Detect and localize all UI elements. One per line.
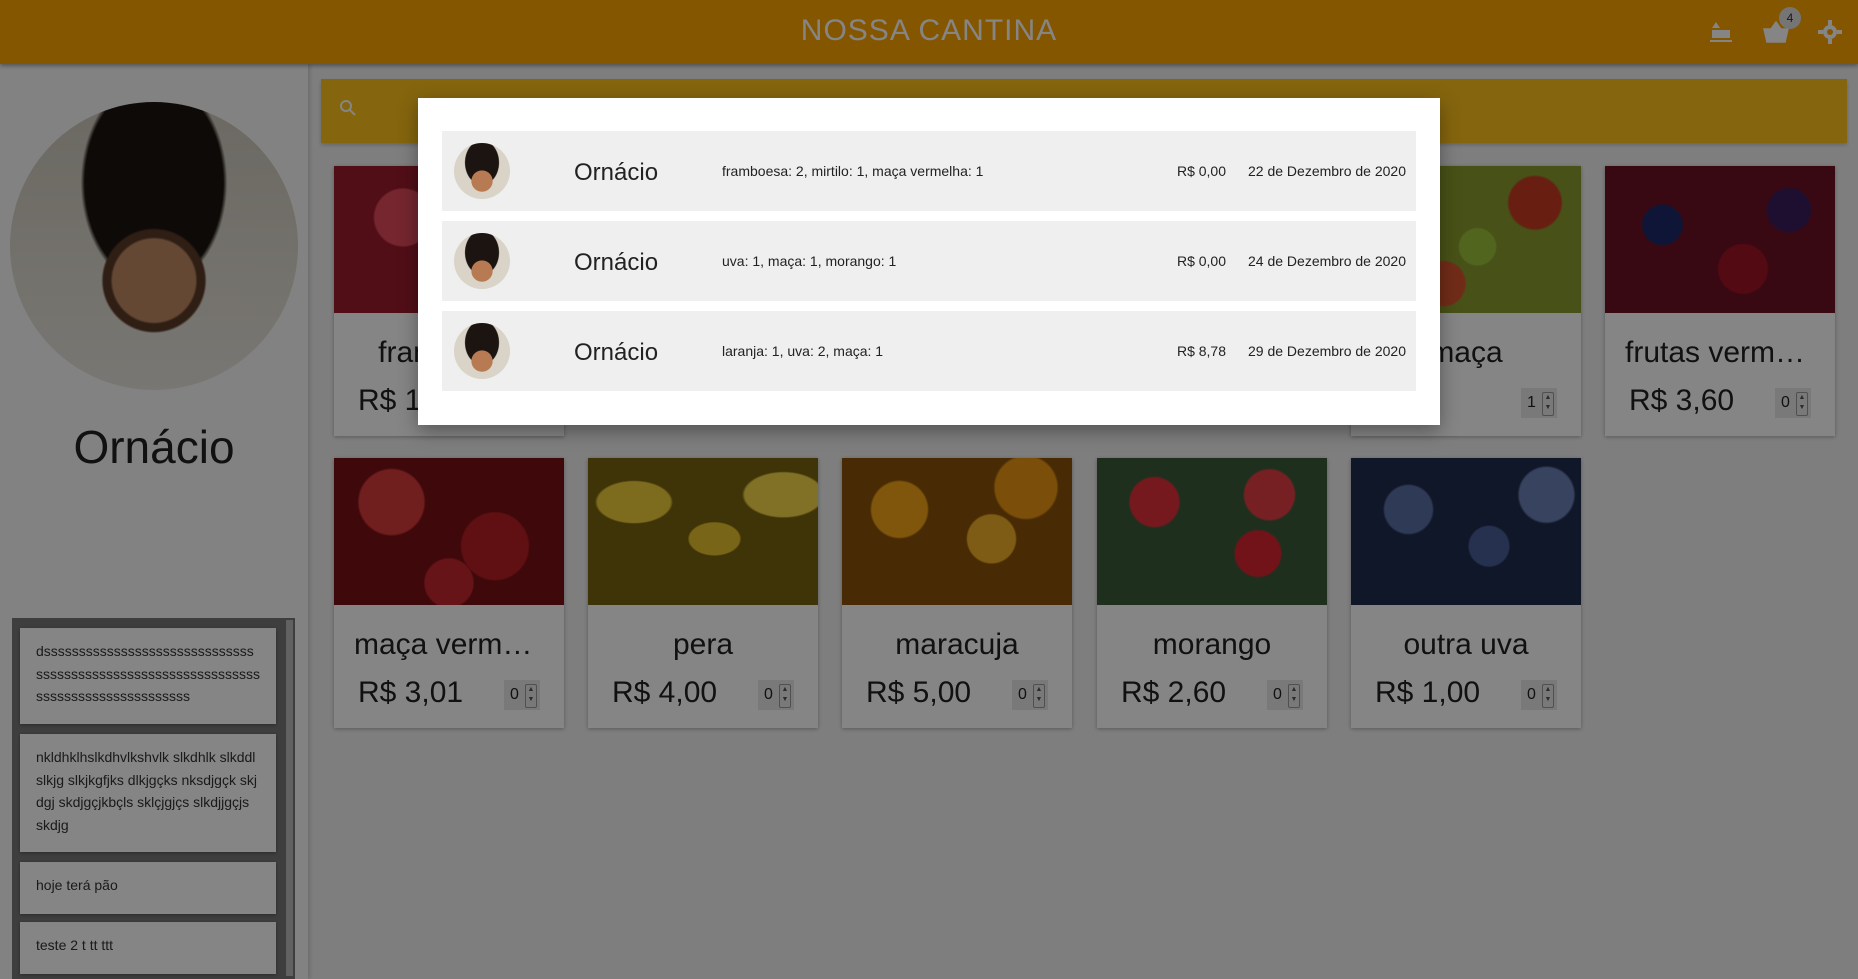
- order-row[interactable]: Ornácio uva: 1, maça: 1, morango: 1 R$ 0…: [442, 221, 1416, 301]
- order-row[interactable]: Ornácio laranja: 1, uva: 2, maça: 1 R$ 8…: [442, 311, 1416, 391]
- order-items: uva: 1, maça: 1, morango: 1: [722, 253, 897, 269]
- order-items: framboesa: 2, mirtilo: 1, maça vermelha:…: [722, 163, 984, 179]
- order-row[interactable]: Ornácio framboesa: 2, mirtilo: 1, maça v…: [442, 131, 1416, 211]
- order-customer-name: Ornácio: [574, 339, 659, 366]
- order-total: R$ 0,00: [1176, 163, 1226, 179]
- order-total: R$ 0,00: [1176, 253, 1226, 269]
- order-date: 24 de Dezembro de 2020: [1248, 253, 1406, 269]
- order-total: R$ 8,78: [1176, 343, 1226, 359]
- order-items: laranja: 1, uva: 2, maça: 1: [722, 343, 884, 359]
- order-date: 22 de Dezembro de 2020: [1248, 163, 1406, 179]
- order-avatar: [454, 323, 510, 379]
- orders-modal: Ornácio framboesa: 2, mirtilo: 1, maça v…: [418, 98, 1440, 425]
- order-avatar: [454, 143, 510, 199]
- order-date: 29 de Dezembro de 2020: [1248, 343, 1406, 359]
- order-customer-name: Ornácio: [574, 159, 659, 186]
- order-avatar: [454, 233, 510, 289]
- order-customer-name: Ornácio: [574, 249, 659, 276]
